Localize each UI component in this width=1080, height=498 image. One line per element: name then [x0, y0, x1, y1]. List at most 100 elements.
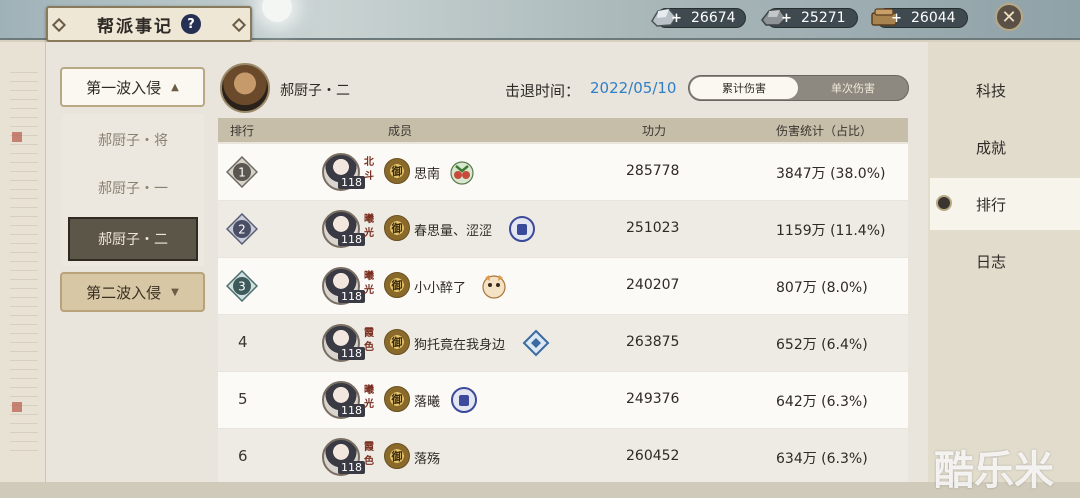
table-row[interactable]: 4 118 霞色 御 狗托竟在我身边 263875 652万 (6.4%): [218, 315, 908, 371]
wave1-item-one[interactable]: 郝厨子・一: [68, 168, 198, 208]
nav-technology[interactable]: 科技: [976, 80, 1006, 101]
title-seal: 北斗: [364, 157, 374, 182]
bottom-strip: [0, 482, 1080, 498]
resource-iron[interactable]: + 25271: [761, 8, 858, 28]
resource-value: 26044: [911, 10, 956, 26]
guard-badge-icon: 御: [384, 386, 410, 412]
title-seal: 曦光: [364, 214, 374, 239]
sect-emblem-icon: [509, 216, 535, 242]
guard-badge-icon: 御: [384, 443, 410, 469]
table-row[interactable]: 1 118 北斗 御 思南 285778 3847万 (38.0%): [218, 144, 908, 200]
title-seal: 霞色: [364, 328, 374, 353]
power-value: 285778: [626, 163, 680, 179]
level-badge: 118: [338, 233, 365, 246]
title-seal: 霞色: [364, 442, 374, 467]
header-power: 功力: [642, 124, 667, 138]
member-name: 落曦: [414, 395, 441, 410]
power-value: 260452: [626, 448, 680, 464]
page-title: 帮派事记: [97, 16, 173, 37]
rank-number: 5: [238, 390, 248, 408]
nav-achievements[interactable]: 成就: [976, 137, 1006, 158]
close-icon: ✕: [1001, 6, 1017, 28]
rank-badge-icon: 1: [226, 156, 258, 188]
guard-badge-icon: 御: [384, 215, 410, 241]
level-badge: 118: [338, 404, 365, 417]
header-damage: 伤害统计（占比）: [776, 124, 873, 138]
watermark: 酷乐米: [934, 448, 1054, 494]
resource-value: 26674: [691, 10, 736, 26]
damage-value: 3847万 (38.0%): [776, 166, 886, 182]
caret-up-icon: ▲: [171, 81, 179, 93]
repel-time-value: 2022/05/10: [590, 79, 677, 97]
power-value: 251023: [626, 220, 680, 236]
table-row[interactable]: 2 118 曦光 御 春思量、涩涩 251023 1159万 (11.4%): [218, 201, 908, 257]
level-badge: 118: [338, 347, 365, 360]
member-name: 春思量、涩涩: [414, 224, 493, 239]
member-name: 落殇: [414, 452, 441, 467]
rank-number: 4: [238, 333, 248, 351]
rank-number: 1: [238, 166, 246, 180]
guard-badge-icon: 御: [384, 272, 410, 298]
wave1-item-general[interactable]: 郝厨子・将: [68, 120, 198, 160]
member-name: 小小醉了: [414, 281, 467, 296]
resource-value: 25271: [801, 10, 846, 26]
wave2-tab[interactable]: 第二波入侵 ▼: [60, 272, 205, 312]
resource-silver[interactable]: + 26674: [651, 8, 746, 28]
guard-badge-icon: 御: [384, 329, 410, 355]
header-member: 成员: [388, 124, 413, 138]
level-badge: 118: [338, 461, 365, 474]
damage-value: 1159万 (11.4%): [776, 223, 886, 239]
table-row[interactable]: 5 118 曦光 御 落曦 249376 642万 (6.3%): [218, 372, 908, 428]
wave1-label: 第一波入侵: [86, 78, 162, 97]
damage-value: 634万 (6.3%): [776, 451, 868, 467]
rank-number: 2: [238, 223, 246, 237]
power-value: 249376: [626, 391, 680, 407]
damage-value: 642万 (6.3%): [776, 394, 868, 410]
table-row[interactable]: 6 118 霞色 御 落殇 260452 634万 (6.3%): [218, 429, 908, 482]
add-icon[interactable]: +: [671, 11, 682, 26]
boss-name: 郝厨子・二: [280, 83, 350, 99]
power-value: 263875: [626, 334, 680, 350]
wave1-item-two-selected[interactable]: 郝厨子・二: [68, 217, 198, 261]
help-icon[interactable]: ?: [181, 14, 201, 34]
rank-badge-icon: 3: [226, 270, 258, 302]
left-decor-panel: [0, 42, 46, 498]
add-icon[interactable]: +: [891, 11, 902, 26]
title-seal: 曦光: [364, 385, 374, 410]
damage-value: 652万 (6.4%): [776, 337, 868, 353]
diamond-ornament-icon: [231, 17, 247, 33]
title-plate: 帮派事记 ?: [46, 6, 252, 42]
table-header: 排行 成员 功力 伤害统计（占比）: [218, 118, 908, 142]
table-row[interactable]: 3 118 曦光 御 小小醉了 240207 807万 (8.0%): [218, 258, 908, 314]
sect-emblem-icon: [522, 329, 550, 357]
level-badge: 118: [338, 290, 365, 303]
guard-badge-icon: 御: [384, 158, 410, 184]
active-marker-icon: [938, 197, 950, 209]
member-name: 思南: [414, 167, 441, 182]
boss-avatar: [220, 63, 270, 113]
single-damage-tab[interactable]: 单次伤害: [800, 77, 906, 99]
title-seal: 曦光: [364, 271, 374, 296]
pet-icon: [450, 161, 474, 185]
wave2-label: 第二波入侵: [86, 283, 162, 302]
caret-down-icon: ▼: [171, 286, 179, 298]
level-badge: 118: [338, 176, 365, 189]
cumulative-damage-tab[interactable]: 累计伤害: [690, 77, 798, 99]
seal-stamp-icon: [12, 132, 22, 142]
pet-icon: [482, 275, 506, 299]
seal-stamp-icon: [12, 402, 22, 412]
rank-badge-icon: 2: [226, 213, 258, 245]
add-icon[interactable]: +: [781, 11, 792, 26]
repel-time-label: 击退时间：: [505, 82, 581, 100]
resource-wood[interactable]: + 26044: [871, 8, 968, 28]
rank-number: 6: [238, 447, 248, 465]
header-rank: 排行: [230, 124, 255, 138]
nav-ranking[interactable]: 排行: [976, 194, 1006, 215]
nav-log[interactable]: 日志: [976, 251, 1006, 272]
wave1-tab[interactable]: 第一波入侵 ▲: [60, 67, 205, 107]
close-button[interactable]: ✕: [995, 3, 1023, 31]
power-value: 240207: [626, 277, 680, 293]
rank-number: 3: [238, 280, 246, 294]
diamond-ornament-icon: [51, 17, 67, 33]
member-name: 狗托竟在我身边: [414, 338, 506, 353]
